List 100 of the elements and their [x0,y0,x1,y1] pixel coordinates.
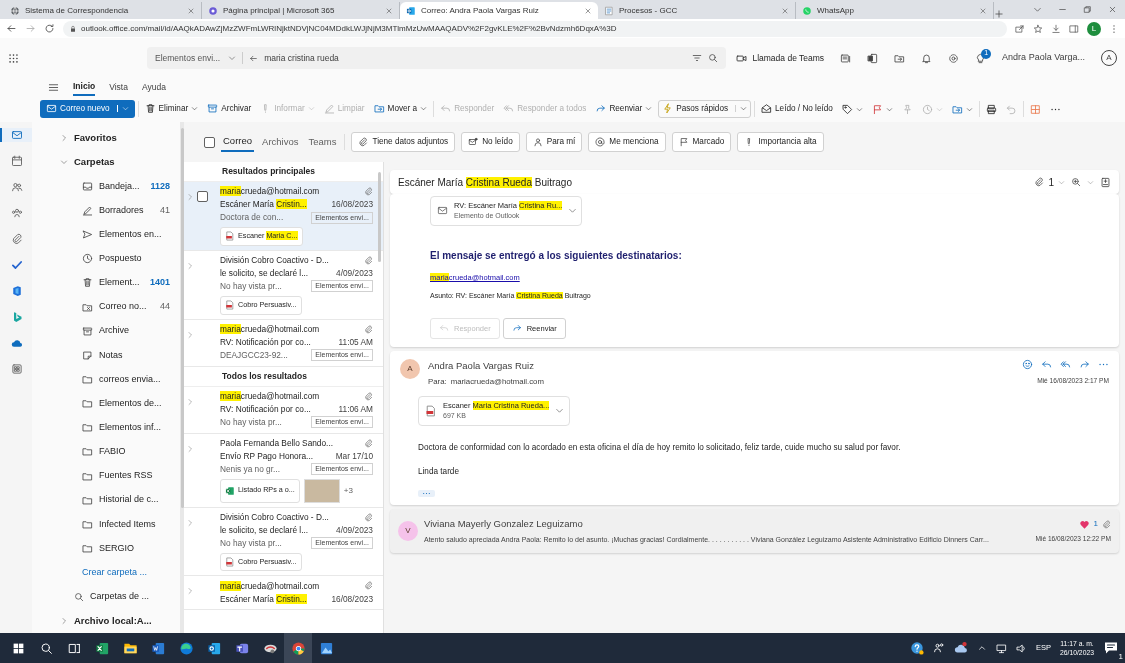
photo-placeholder[interactable] [303,478,340,503]
close-icon[interactable] [1108,5,1117,14]
folder-group[interactable]: Archivo local:A... [32,608,180,633]
folder-item[interactable]: Elementos de... [32,391,180,416]
folder-group[interactable]: Favoritos [32,126,180,151]
back-arrow-icon[interactable] [249,53,259,63]
create-folder-link[interactable]: Crear carpeta ... [82,565,148,580]
people-icon[interactable] [932,642,945,654]
quick-steps-button[interactable]: Pasos rápidos [658,99,752,119]
ribbon-tab[interactable]: Vista [109,78,128,96]
download-icon[interactable] [1051,23,1061,34]
teams-call-button[interactable]: Llamada de Teams [736,51,825,65]
chevron-down-icon[interactable] [1033,5,1042,14]
user-name[interactable]: Andra Paola Varga... [1002,51,1085,65]
close-icon[interactable] [584,6,592,15]
collapsed-message[interactable] [390,509,1119,554]
cloud-icon[interactable] [953,641,968,655]
profile-avatar[interactable]: L [1087,21,1101,36]
back-arrow-icon[interactable] [6,23,17,34]
filter-chip[interactable]: Me menciona [588,131,666,153]
popout-icon[interactable] [1100,176,1111,188]
select-all-checkbox[interactable] [204,136,215,148]
bell-icon[interactable] [921,52,933,64]
scope-tab[interactable]: Teams [306,132,339,152]
browser-tab[interactable]: Correo: Andra Paola Vargas Ruiz [400,2,598,19]
document-app-icon[interactable] [150,640,166,656]
chevron-up-icon[interactable] [976,643,987,653]
speaker-icon[interactable] [1015,642,1027,654]
forward-icon[interactable] [1079,359,1090,370]
folder-item[interactable]: correos envia... [32,367,180,392]
reload-icon[interactable] [44,23,55,34]
filter-icon[interactable] [692,53,703,63]
folder-item[interactable]: Historial de c... [32,488,180,513]
close-icon[interactable] [187,6,195,15]
filter-chip[interactable]: Tiene datos adjuntos [351,131,456,153]
help-icon[interactable] [909,641,924,655]
menu-icon[interactable] [48,81,59,93]
folder-item[interactable]: Bandeja... 1128 [32,174,180,199]
scope-tab[interactable]: Correo [221,131,255,153]
filter-chip[interactable]: No leído [461,131,520,153]
app-launcher-icon[interactable] [8,52,19,64]
search-folders-item[interactable]: Carpetas de ... [32,584,180,609]
folder-item[interactable]: Notas [32,343,180,368]
new-tab-icon[interactable] [994,9,1004,19]
address-field[interactable]: outlook.office.com/mail/id/AAQkADAwZjMzZWFmLWRlNjktNDVjNC04MDdkLWJjNjM3MTlmMzUwMAAQADV%2F2gvKLE%2F%2BvNdzmh6DqxA%3D [63,20,1007,37]
more-attachments-count[interactable]: +3 [343,484,353,497]
filter-chip[interactable]: Marcado [671,131,732,153]
windows-logo-icon[interactable] [11,641,25,655]
move-button[interactable]: Mover a [370,100,431,118]
search-icon[interactable] [39,641,53,655]
paperclip-icon[interactable] [1034,177,1045,187]
folder-item[interactable]: Infected Items [32,512,180,537]
share-icon[interactable] [1015,23,1025,34]
document-icon[interactable] [867,52,879,64]
forward-arrow-icon[interactable] [25,23,36,34]
ribbon-tab[interactable]: Ayuda [141,78,166,96]
sidebar-icon[interactable] [1069,23,1079,34]
spreadsheet-app-icon[interactable] [94,640,110,656]
filter-chip[interactable]: Importancia alta [737,131,824,153]
smiley-icon[interactable] [1022,359,1033,370]
app-rail-button[interactable] [0,128,32,142]
folder-item[interactable]: Elementos inf... [32,415,180,440]
folder-group[interactable]: Carpetas [32,150,180,175]
folder-item[interactable]: Archive [32,319,180,344]
settings-icon[interactable] [948,52,960,64]
restore-icon[interactable] [1083,5,1092,14]
forward-button[interactable]: Reenviar [592,100,656,118]
folder-item[interactable]: Fuentes RSS [32,463,180,489]
network-icon[interactable] [995,642,1007,654]
checkbox[interactable] [197,191,208,202]
task-view-icon[interactable] [67,641,81,655]
folder-item[interactable]: SERGIO [32,536,180,561]
browser-icon[interactable] [290,640,306,656]
archive-button[interactable]: Archivar [204,100,255,118]
delete-button[interactable]: Eliminar [141,100,202,118]
close-icon[interactable] [781,6,789,15]
scope-tab[interactable]: Archivos [260,132,301,152]
folder-item[interactable]: FABIO [32,439,180,464]
scrollbar-thumb[interactable] [378,172,381,262]
new-mail-button[interactable]: Correo nuevo [40,99,135,119]
folder-item[interactable]: Correo no... 44 [32,295,180,320]
notification-icon[interactable] [1103,640,1119,656]
filter-chip[interactable]: Para mí [525,131,583,153]
lightbulb-icon[interactable] [975,52,987,64]
folder-item[interactable]: Pospuesto [32,246,180,271]
scrollbar-thumb[interactable] [181,128,184,508]
browser-icon[interactable] [178,640,194,656]
star-icon[interactable] [1033,23,1043,34]
read-unread-button[interactable]: Leído / No leído [758,100,836,118]
mail-app-icon[interactable] [206,640,222,656]
folder-arrow-icon[interactable] [894,52,906,64]
folder-item[interactable]: Elementos en... [32,222,180,247]
folder-item[interactable]: Element... 1401 [32,270,180,295]
search-scope-dropdown[interactable]: Elementos envi... [155,51,244,65]
search-field[interactable]: Elementos envi... maria cristina rueda [147,47,727,69]
photos-icon[interactable] [318,640,334,656]
reply-icon[interactable] [1041,359,1052,370]
note-icon[interactable] [840,52,852,64]
folder-item[interactable]: Borradores 41 [32,198,180,223]
reply-all-icon[interactable] [1060,359,1071,370]
